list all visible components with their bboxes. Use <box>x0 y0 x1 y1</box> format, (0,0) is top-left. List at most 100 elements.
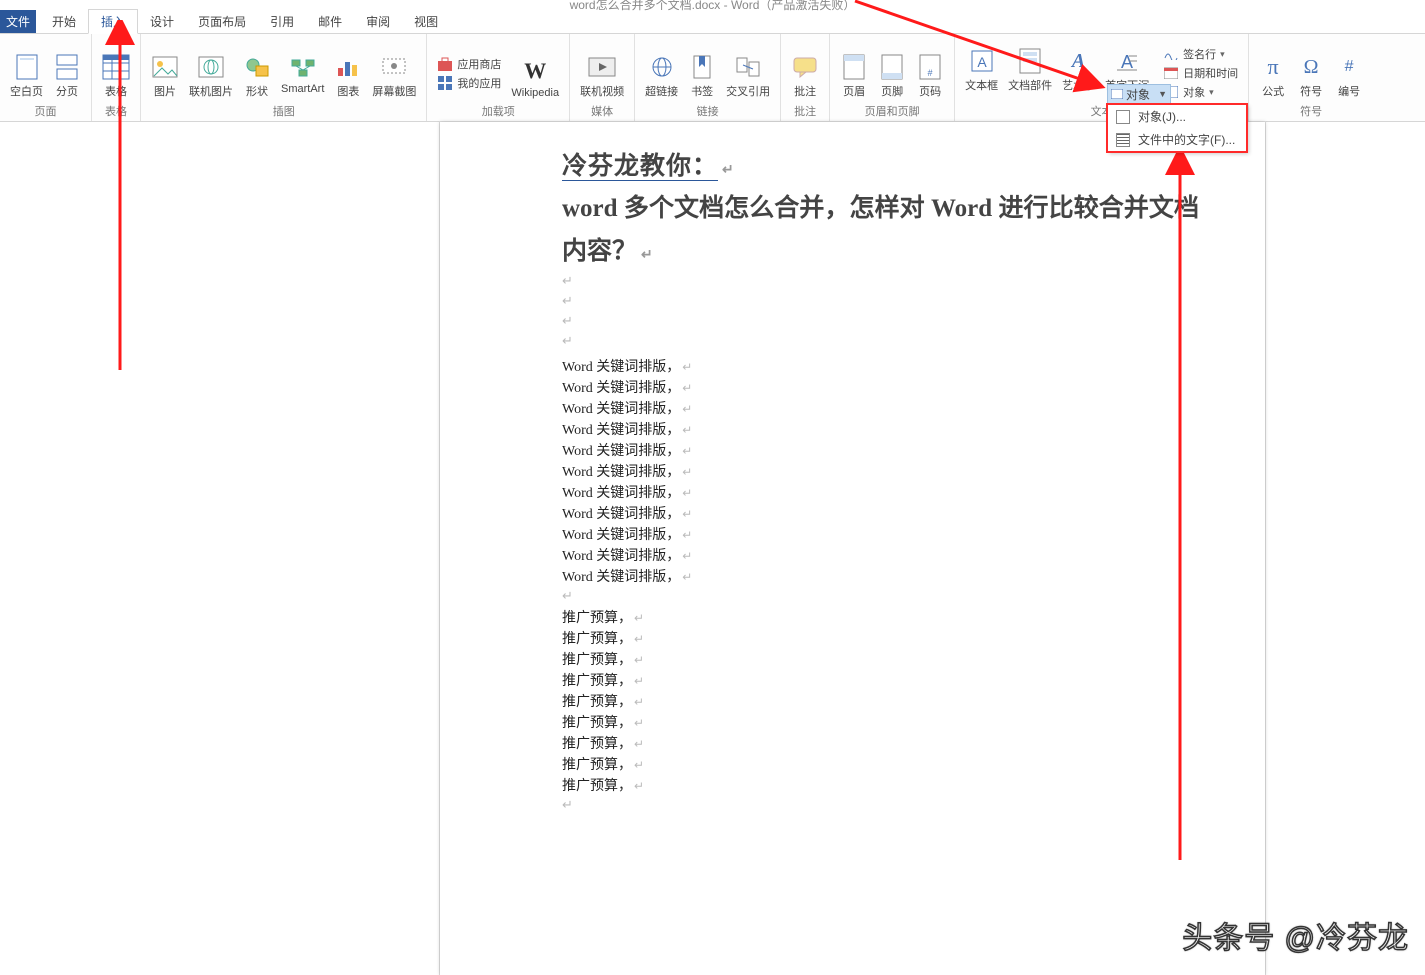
number-icon: # <box>1335 53 1363 81</box>
myapps-label: 我的应用 <box>457 75 501 91</box>
comment-label: 批注 <box>794 83 816 99</box>
group-addins-label: 加载项 <box>433 101 563 119</box>
group-comments-label: 批注 <box>787 101 823 119</box>
bookmark-button[interactable]: 书签 <box>684 51 720 101</box>
symbol-button[interactable]: Ω 符号 <box>1293 51 1329 101</box>
wikipedia-button[interactable]: W Wikipedia <box>507 55 563 101</box>
table-button[interactable]: 表格 <box>98 51 134 101</box>
body-line: Word 关键词排版， <box>562 483 1199 504</box>
group-illustrations: 图片 联机图片 形状 SmartArt 图表 屏幕截图 插 <box>141 34 427 121</box>
comment-button[interactable]: 批注 <box>787 51 823 101</box>
bookmark-label: 书签 <box>691 83 713 99</box>
group-media-label: 媒体 <box>576 101 628 119</box>
textbox-button[interactable]: A 文本框 <box>961 45 1002 95</box>
datetime-button[interactable]: 日期和时间 <box>1159 64 1242 82</box>
body-line: 推广预算， <box>562 755 1199 776</box>
object-menu-textfromfile-label: 文件中的文字(F)... <box>1138 131 1235 148</box>
crossref-label: 交叉引用 <box>726 83 770 99</box>
body-line: 推广预算， <box>562 629 1199 650</box>
quickparts-icon <box>1016 47 1044 75</box>
empty-para <box>562 797 1199 817</box>
calendar-icon <box>1163 65 1179 81</box>
group-links-label: 链接 <box>641 101 774 119</box>
svg-text:A: A <box>977 54 987 70</box>
body-line: 推广预算， <box>562 776 1199 797</box>
store-button[interactable]: 应用商店 <box>433 55 505 73</box>
tab-review[interactable]: 审阅 <box>354 10 402 33</box>
body-line: Word 关键词排版， <box>562 399 1199 420</box>
store-label: 应用商店 <box>457 56 501 72</box>
header-button[interactable]: 页眉 <box>836 51 872 101</box>
page-break-icon <box>53 53 81 81</box>
equation-icon: π <box>1259 53 1287 81</box>
text-from-file-icon <box>1116 133 1130 147</box>
picture-button[interactable]: 图片 <box>147 51 183 101</box>
dropcap-icon: A <box>1113 47 1141 75</box>
symbol-label: 符号 <box>1300 83 1322 99</box>
video-icon <box>588 53 616 81</box>
chart-button[interactable]: 图表 <box>330 51 366 101</box>
tab-layout[interactable]: 页面布局 <box>186 10 258 33</box>
wikipedia-label: Wikipedia <box>511 87 559 99</box>
tab-mailings[interactable]: 邮件 <box>306 10 354 33</box>
body-line: Word 关键词排版， <box>562 567 1199 588</box>
watermark: 头条号 @冷芬龙 <box>1182 913 1409 957</box>
crossref-button[interactable]: 交叉引用 <box>722 51 774 101</box>
bookmark-icon <box>688 53 716 81</box>
group-links: 超链接 书签 交叉引用 链接 <box>635 34 781 121</box>
footer-button[interactable]: 页脚 <box>874 51 910 101</box>
page-break-button[interactable]: 分页 <box>49 51 85 101</box>
empty-para <box>562 293 1199 313</box>
group-symbols-label: 符号 <box>1255 101 1367 119</box>
number-button[interactable]: # 编号 <box>1331 51 1367 101</box>
tab-file[interactable]: 文件 <box>0 10 36 33</box>
empty-para <box>562 313 1199 333</box>
body-line: 推广预算， <box>562 608 1199 629</box>
tab-design[interactable]: 设计 <box>138 10 186 33</box>
tab-home[interactable]: 开始 <box>40 10 88 33</box>
body-line: 推广预算， <box>562 650 1199 671</box>
body-line: Word 关键词排版， <box>562 441 1199 462</box>
object-menu-object[interactable]: 对象(J)... <box>1108 105 1246 128</box>
hyperlink-button[interactable]: 超链接 <box>641 51 682 101</box>
object-dropdown-label: 对象 <box>1126 86 1150 103</box>
tab-insert[interactable]: 插入 <box>88 9 138 34</box>
quickparts-button[interactable]: 文档部件 <box>1004 45 1056 95</box>
smartart-label: SmartArt <box>281 83 324 95</box>
body-line: Word 关键词排版， <box>562 504 1199 525</box>
online-video-button[interactable]: 联机视频 <box>576 51 628 101</box>
table-icon <box>102 53 130 81</box>
header-icon <box>840 53 868 81</box>
empty-para <box>562 333 1199 353</box>
blank-page-button[interactable]: 空白页 <box>6 51 47 101</box>
screenshot-button[interactable]: 屏幕截图 <box>368 51 420 101</box>
datetime-label: 日期和时间 <box>1183 65 1238 81</box>
body-line: Word 关键词排版， <box>562 525 1199 546</box>
body-line: Word 关键词排版， <box>562 462 1199 483</box>
comment-icon <box>791 53 819 81</box>
wordart-button[interactable]: A 艺术字 <box>1058 45 1099 95</box>
equation-button[interactable]: π 公式 <box>1255 51 1291 101</box>
textbox-label: 文本框 <box>965 77 998 93</box>
page[interactable]: 冷芬龙教你：↵ word 多个文档怎么合并，怎样对 Word 进行比较合并文档内… <box>440 122 1265 975</box>
myapps-button[interactable]: 我的应用 <box>433 74 505 92</box>
object-menu-textfromfile[interactable]: 文件中的文字(F)... <box>1108 128 1246 151</box>
screenshot-label: 屏幕截图 <box>372 83 416 99</box>
pagenum-label: 页码 <box>919 83 941 99</box>
object-dropdown-trigger[interactable]: 对象 ▼ <box>1107 84 1171 104</box>
quickparts-label: 文档部件 <box>1008 77 1052 93</box>
tab-view[interactable]: 视图 <box>402 10 450 33</box>
smartart-button[interactable]: SmartArt <box>277 51 328 97</box>
sigline-button[interactable]: 签名行▾ <box>1159 45 1242 63</box>
object-button[interactable]: 对象▾ <box>1159 83 1242 101</box>
body-line: Word 关键词排版， <box>562 546 1199 567</box>
online-picture-button[interactable]: 联机图片 <box>185 51 237 101</box>
ribbon-tabs: 文件 开始 插入 设计 页面布局 引用 邮件 审阅 视图 <box>0 12 1425 34</box>
pagenum-button[interactable]: # 页码 <box>912 51 948 101</box>
chart-label: 图表 <box>337 83 359 99</box>
group-symbols: π 公式 Ω 符号 # 编号 符号 <box>1249 34 1373 121</box>
tab-references[interactable]: 引用 <box>258 10 306 33</box>
shapes-button[interactable]: 形状 <box>239 51 275 101</box>
group-tables-label: 表格 <box>98 101 134 119</box>
empty-para <box>562 588 1199 608</box>
